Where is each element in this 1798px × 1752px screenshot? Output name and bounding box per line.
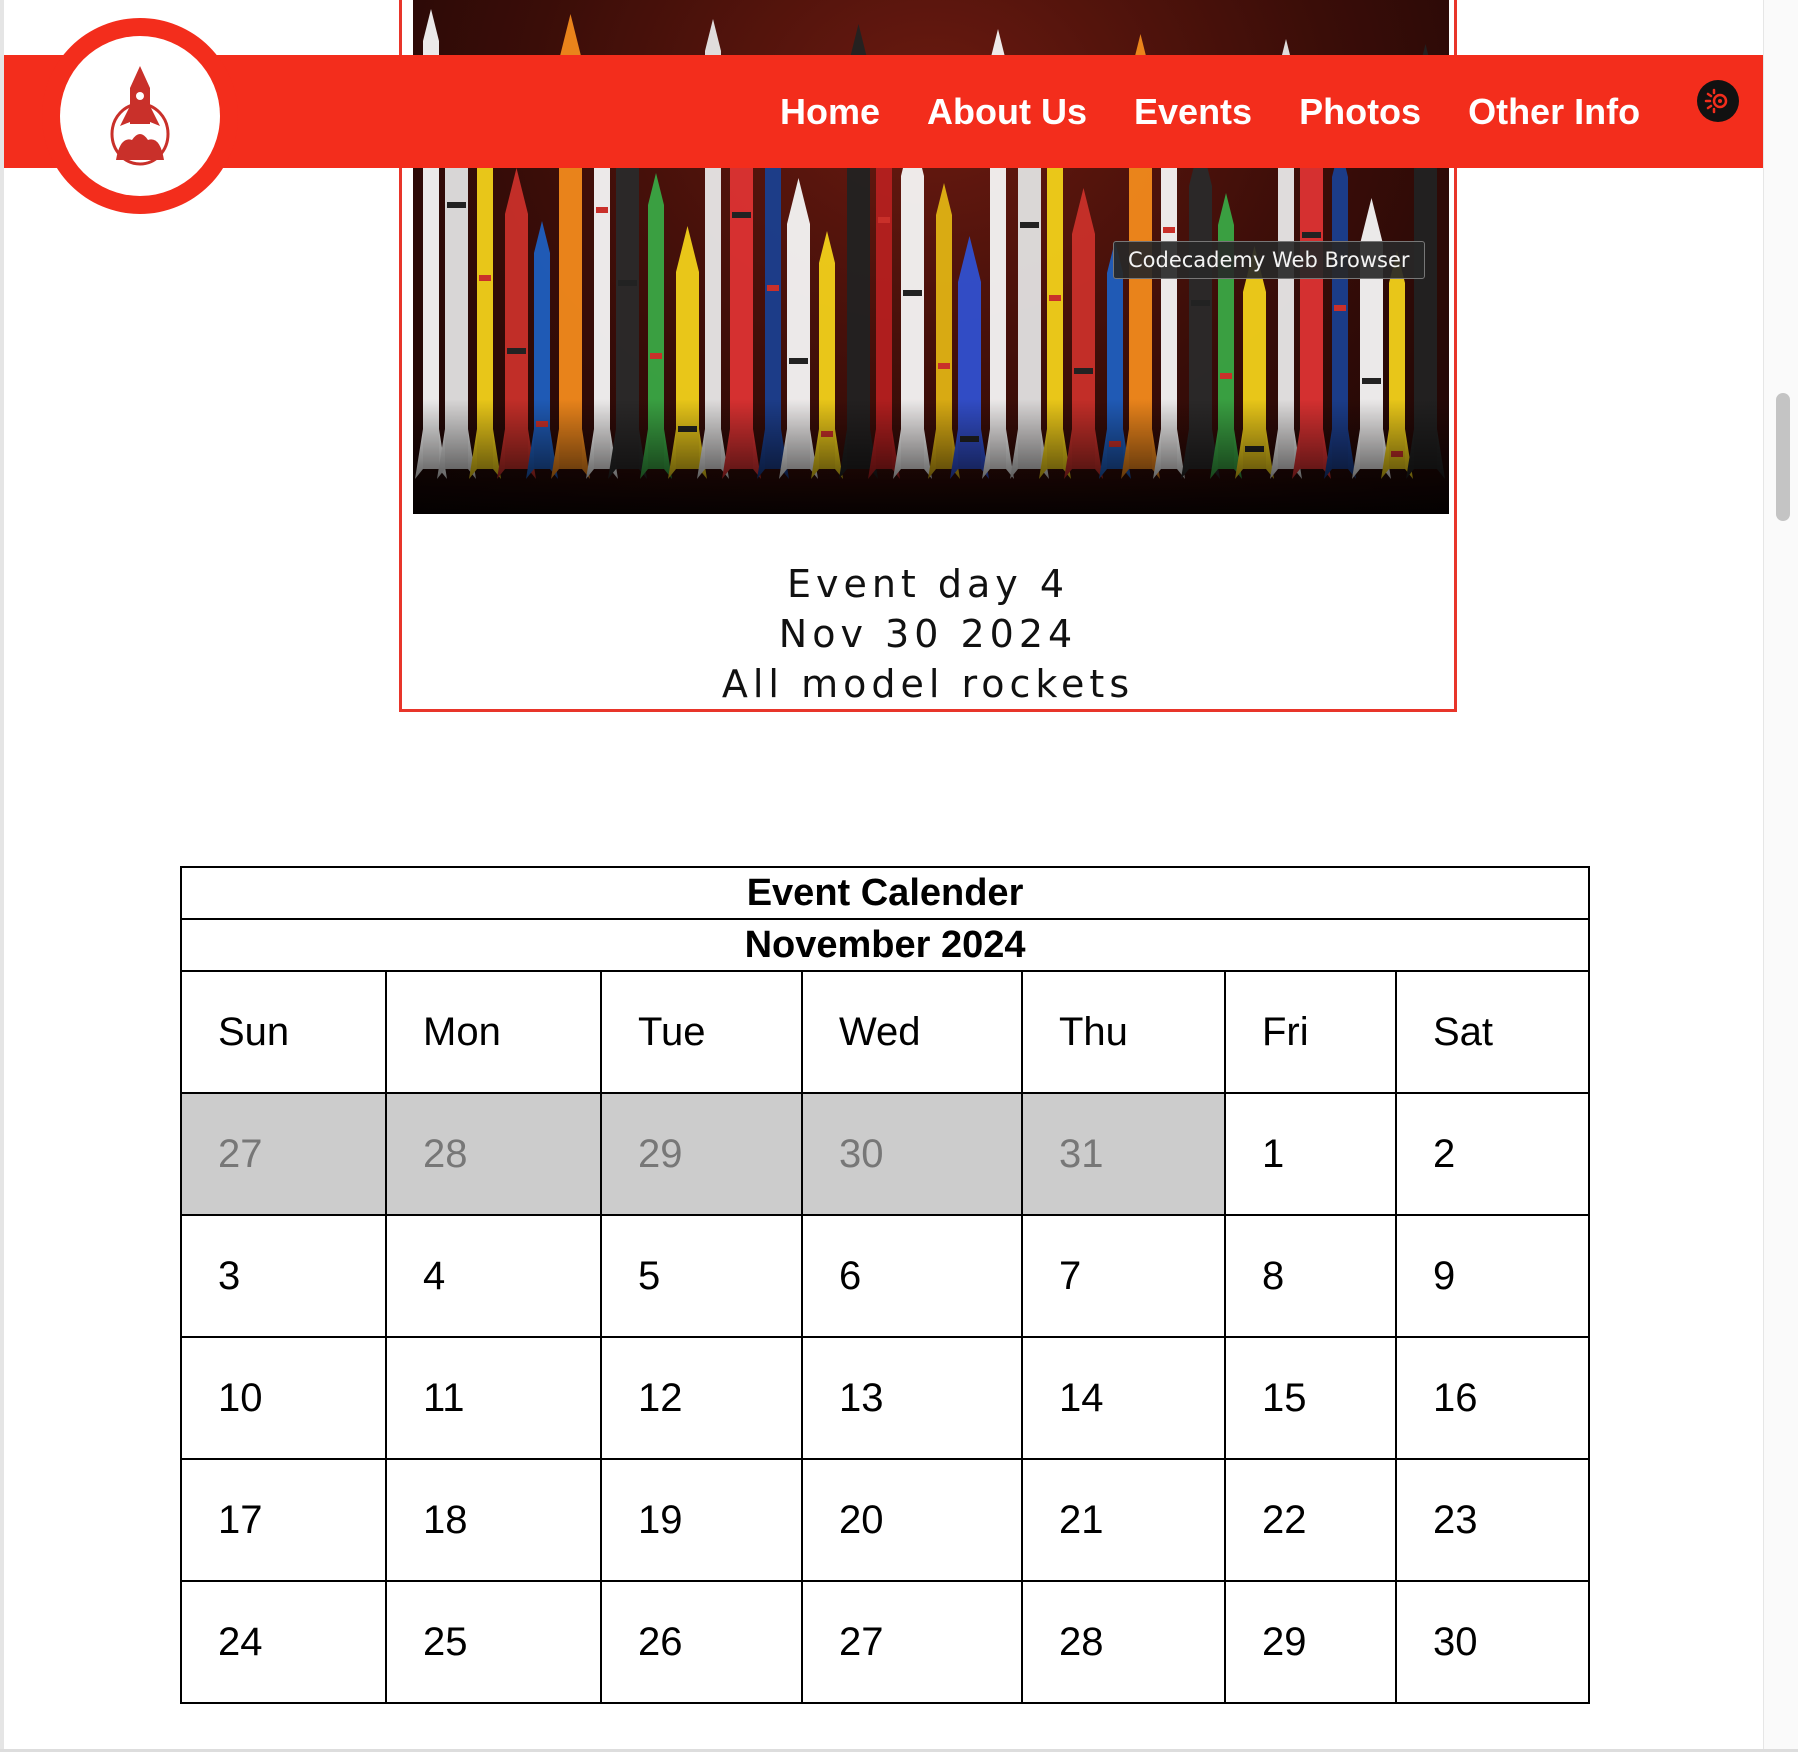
calendar-day: 25 [385,1580,602,1704]
calendar-day: 8 [1224,1214,1397,1338]
calendar-day-previous-month: 29 [600,1092,803,1216]
calendar-day: 11 [385,1336,602,1460]
calendar-week-row: 27 28 29 30 31 1 2 [180,1092,1591,1216]
weekday-header: Tue [600,970,803,1094]
calendar-day: 24 [180,1580,387,1704]
calendar-day: 21 [1021,1458,1226,1582]
calendar-day: 28 [1021,1580,1226,1704]
weekday-header-row: Sun Mon Tue Wed Thu Fri Sat [180,970,1591,1094]
calendar-day: 29 [1224,1580,1397,1704]
calendar-day: 12 [600,1336,803,1460]
calendar-week-row: 10 11 12 13 14 15 16 [180,1336,1591,1460]
calendar-day: 23 [1394,1458,1591,1582]
weekday-header: Thu [1021,970,1226,1094]
scrollbar-thumb[interactable] [1776,393,1790,521]
calendar-day: 3 [180,1214,387,1338]
window-edge [0,0,4,1752]
weekday-header: Fri [1224,970,1397,1094]
calendar-day: 30 [1394,1580,1591,1704]
calendar-day: 4 [385,1214,602,1338]
calendar-day-previous-month: 27 [180,1092,387,1216]
calendar-day: 16 [1394,1336,1591,1460]
tooltip: Codecademy Web Browser [1113,241,1425,279]
calendar-day: 9 [1394,1214,1591,1338]
calendar-day: 26 [600,1580,803,1704]
calendar-day: 2 [1394,1092,1591,1216]
calendar-day-previous-month: 30 [801,1092,1023,1216]
calendar-day: 20 [801,1458,1023,1582]
calendar-title: Event Calender [179,866,1591,920]
weekday-header: Wed [801,970,1023,1094]
calendar-day-previous-month: 28 [385,1092,602,1216]
event-date: Nov 30 2024 [778,612,1078,656]
nav-about-us[interactable]: About Us [927,91,1087,133]
weekday-header: Mon [385,970,602,1094]
weekday-header: Sat [1394,970,1591,1094]
nav-menu: Home About Us Events Photos Other Info [780,55,1687,168]
calendar-month: November 2024 [179,918,1591,972]
calendar-day: 22 [1224,1458,1397,1582]
calendar-day-previous-month: 31 [1021,1092,1226,1216]
settings-eye-icon[interactable] [1697,80,1739,122]
calendar-day: 18 [385,1458,602,1582]
event-description: All model rockets [721,662,1135,706]
calendar-day: 15 [1224,1336,1397,1460]
logo[interactable] [60,36,220,196]
nav-events[interactable]: Events [1134,91,1252,133]
calendar-day: 13 [801,1336,1023,1460]
calendar-day: 14 [1021,1336,1226,1460]
calendar-day: 27 [801,1580,1023,1704]
nav-photos[interactable]: Photos [1299,91,1421,133]
calendar-day: 7 [1021,1214,1226,1338]
weekday-header: Sun [180,970,387,1094]
calendar-day: 1 [1224,1092,1397,1216]
calendar-day: 5 [600,1214,803,1338]
event-calendar: Event Calender November 2024 Sun Mon Tue… [179,866,1591,1704]
rocket-logo-icon [110,66,170,166]
calendar-week-row: 3456789 [180,1214,1591,1338]
nav-home[interactable]: Home [780,91,880,133]
calendar-day: 10 [180,1336,387,1460]
calendar-day: 17 [180,1458,387,1582]
calendar-week-row: 24 25 26 27 28 29 30 [180,1580,1591,1704]
scrollbar[interactable] [1763,0,1798,1752]
event-day: Event day 4 [786,562,1070,606]
calendar-day: 6 [801,1214,1023,1338]
event-caption: Event day 4 Nov 30 2024 All model rocket… [402,559,1454,709]
calendar-week-row: 17 18 19 20 21 22 23 [180,1458,1591,1582]
nav-other-info[interactable]: Other Info [1468,91,1640,133]
calendar-day: 19 [600,1458,803,1582]
